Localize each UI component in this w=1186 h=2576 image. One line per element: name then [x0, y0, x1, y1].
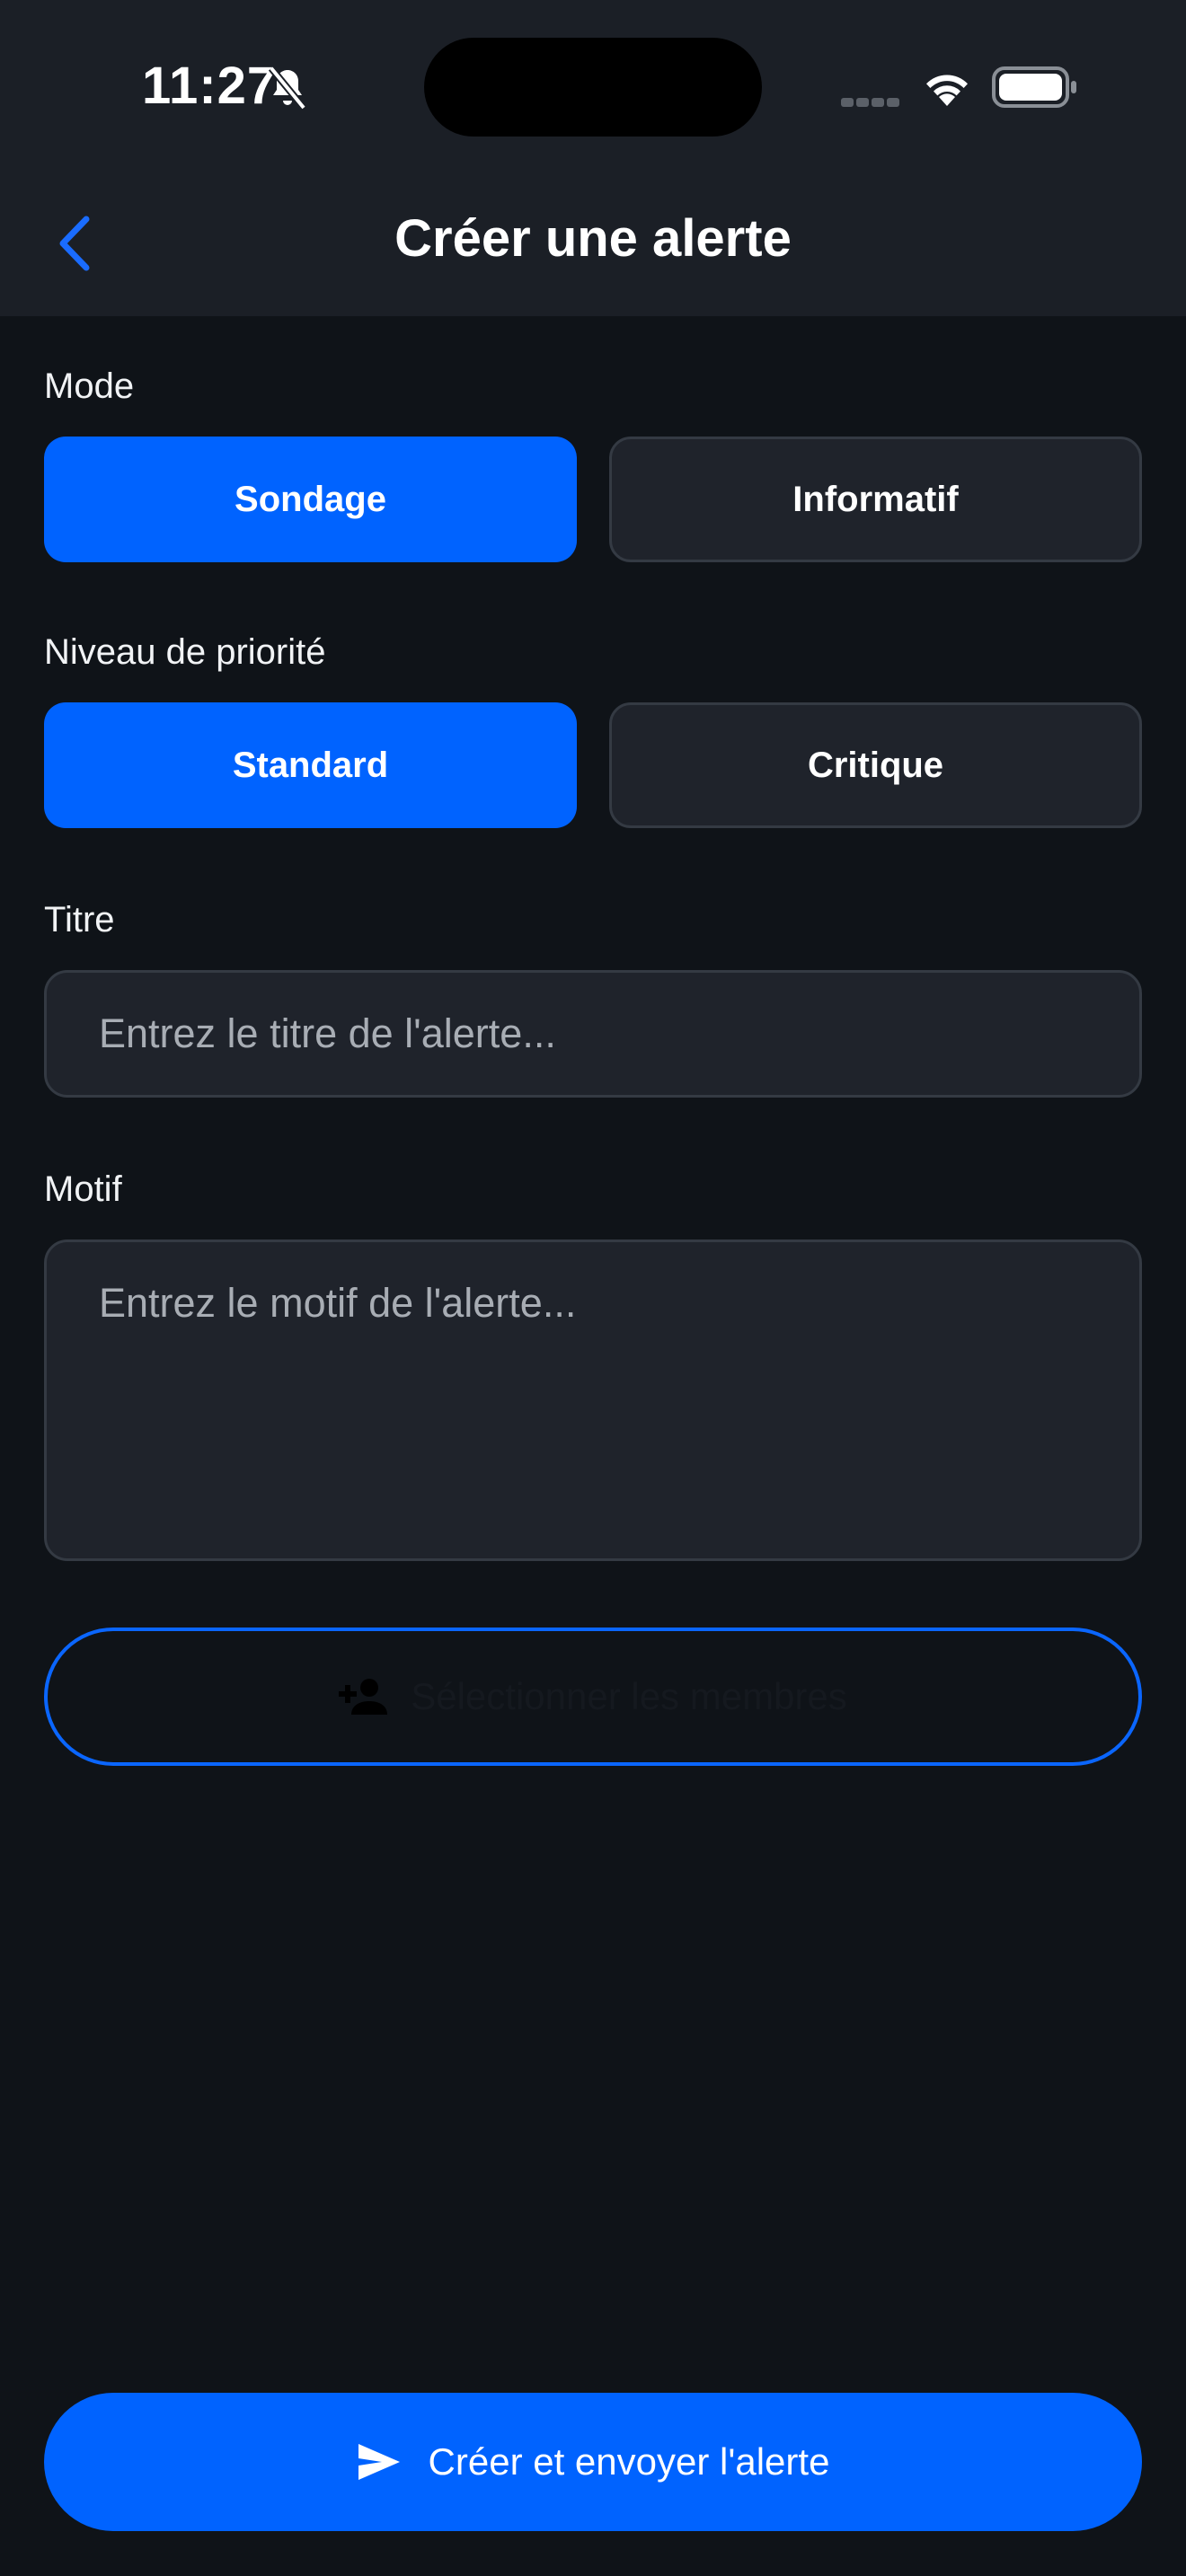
wifi-icon — [926, 75, 968, 106]
title-input-placeholder: Entrez le titre de l'alerte... — [99, 1010, 556, 1056]
person-add-icon — [339, 1679, 388, 1715]
select-members-label: Sélectionner les membres — [411, 1675, 847, 1717]
reason-textarea[interactable]: Entrez le motif de l'alerte... — [44, 1239, 1142, 1561]
reason-textarea-placeholder: Entrez le motif de l'alerte... — [99, 1280, 577, 1326]
mode-option-sondage[interactable]: Sondage — [44, 437, 577, 562]
battery-icon — [992, 66, 1076, 108]
create-send-alert-button[interactable]: Créer et envoyer l'alerte — [44, 2393, 1142, 2531]
mode-option-label: Informatif — [792, 479, 959, 519]
bell-off-icon — [268, 66, 307, 110]
title-input[interactable]: Entrez le titre de l'alerte... — [44, 970, 1142, 1098]
priority-option-label: Critique — [807, 745, 944, 785]
create-send-alert-label: Créer et envoyer l'alerte — [428, 2440, 830, 2483]
mode-option-label: Sondage — [235, 479, 386, 519]
title-label: Titre — [44, 900, 115, 940]
priority-option-critique[interactable]: Critique — [609, 702, 1142, 828]
status-bar: 11:27 — [0, 0, 1186, 171]
status-time: 11:27 — [142, 57, 278, 115]
priority-option-label: Standard — [232, 745, 389, 785]
select-members-button[interactable]: Sélectionner les membres — [44, 1628, 1142, 1766]
reason-label: Motif — [44, 1169, 122, 1209]
cellular-signal-icon — [841, 95, 902, 111]
mode-option-informatif[interactable]: Informatif — [609, 437, 1142, 562]
priority-option-standard[interactable]: Standard — [44, 702, 577, 828]
send-icon — [358, 2444, 400, 2480]
priority-label: Niveau de priorité — [44, 632, 326, 672]
mode-label: Mode — [44, 366, 135, 406]
dynamic-island — [424, 38, 762, 137]
page-title: Créer une alerte — [394, 209, 792, 268]
